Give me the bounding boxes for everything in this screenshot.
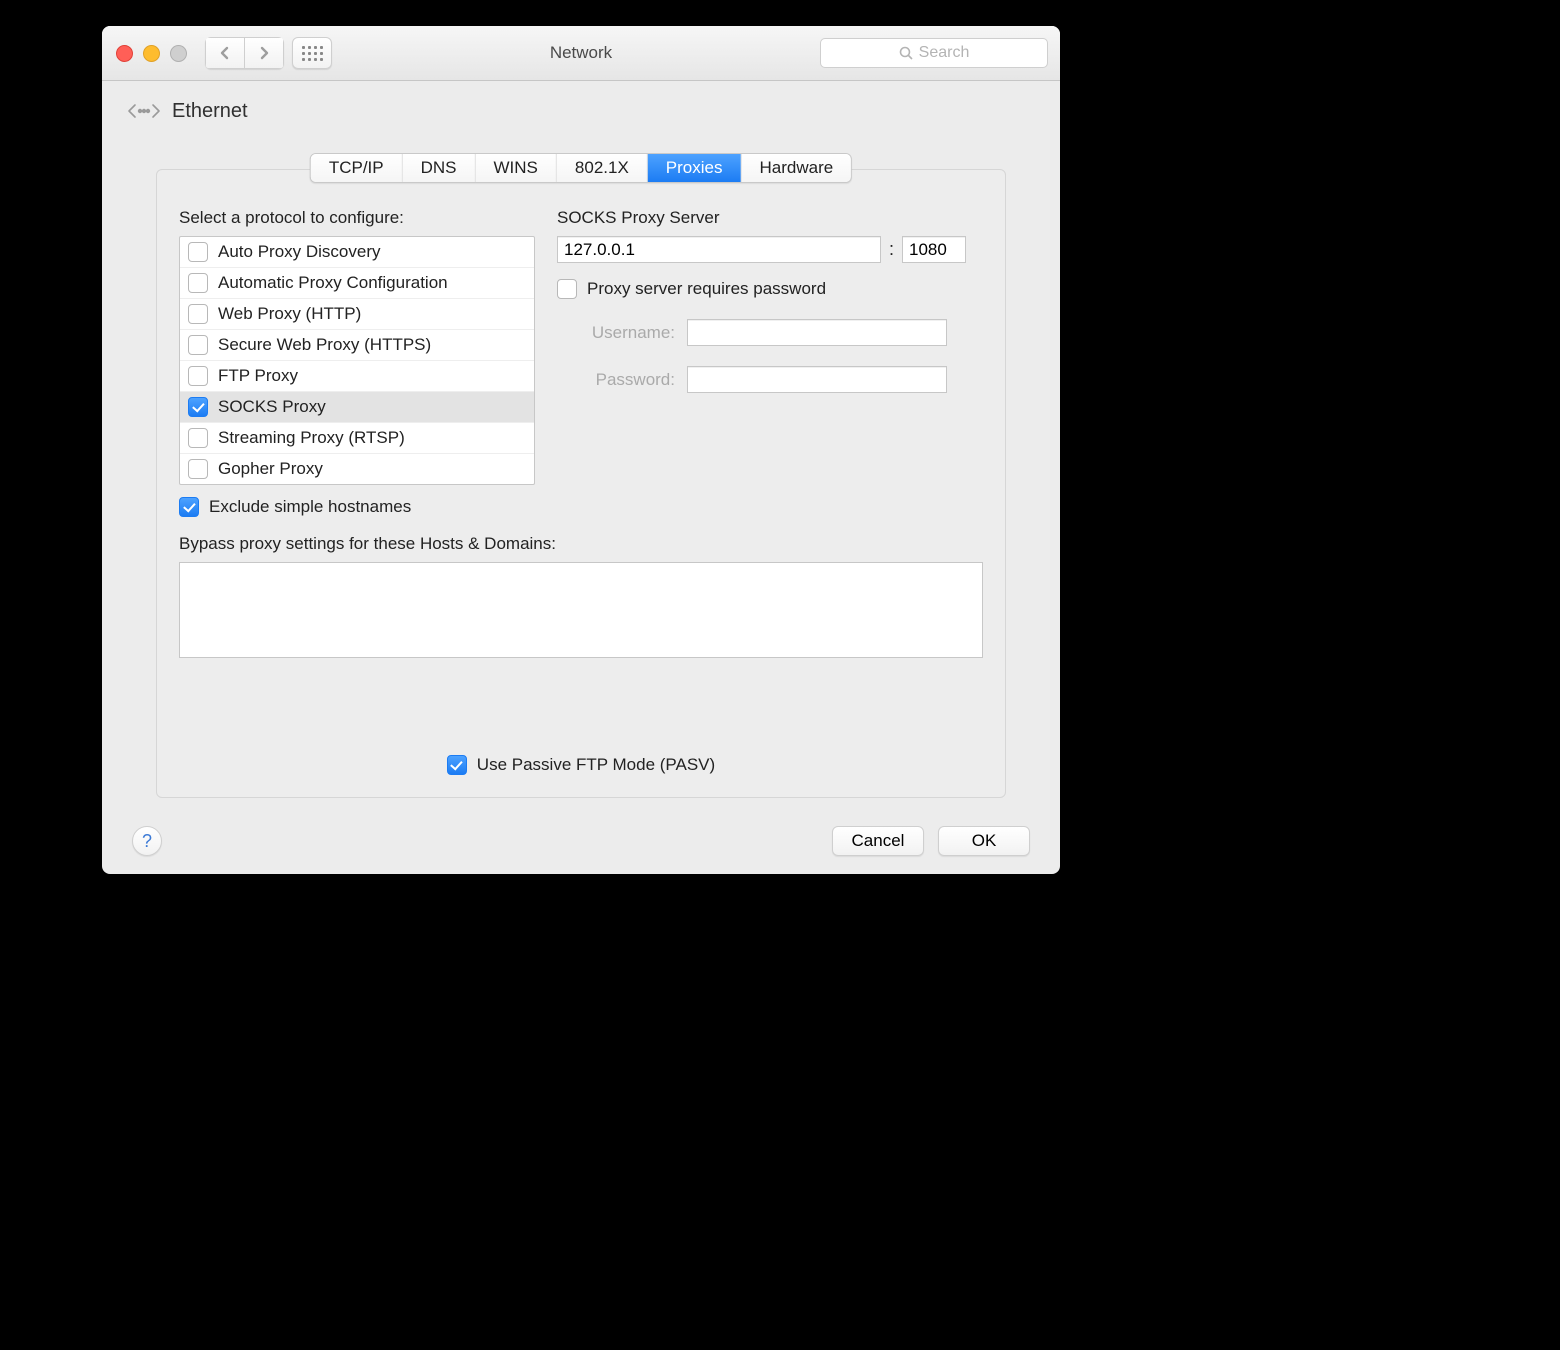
bypass-section: Bypass proxy settings for these Hosts & … xyxy=(179,534,983,664)
settings-panel: TCP/IP DNS WINS 802.1X Proxies Hardware … xyxy=(156,169,1006,798)
grid-icon xyxy=(302,46,323,61)
protocol-label: FTP Proxy xyxy=(218,366,298,386)
checkbox[interactable] xyxy=(188,428,208,448)
tab-tcpip[interactable]: TCP/IP xyxy=(311,154,403,182)
checkbox[interactable] xyxy=(188,459,208,479)
exclude-simple-row[interactable]: Exclude simple hostnames xyxy=(179,497,535,517)
protocol-label: Gopher Proxy xyxy=(218,459,323,479)
server-row: : xyxy=(557,236,983,263)
server-port-input[interactable] xyxy=(902,236,966,263)
checkbox[interactable] xyxy=(188,366,208,386)
checkbox[interactable] xyxy=(188,242,208,262)
checkbox[interactable] xyxy=(188,397,208,417)
protocol-gopher[interactable]: Gopher Proxy xyxy=(180,454,534,484)
protocol-rtsp[interactable]: Streaming Proxy (RTSP) xyxy=(180,423,534,454)
nav-buttons-group xyxy=(205,37,284,69)
protocol-label: Auto Proxy Discovery xyxy=(218,242,381,262)
protocol-http[interactable]: Web Proxy (HTTP) xyxy=(180,299,534,330)
show-all-button[interactable] xyxy=(292,37,332,69)
traffic-lights xyxy=(116,45,187,62)
pasv-row[interactable]: Use Passive FTP Mode (PASV) xyxy=(157,755,1005,775)
password-label: Password: xyxy=(557,370,687,390)
host-port-separator: : xyxy=(889,239,894,260)
ethernet-icon xyxy=(126,97,162,125)
protocol-label: Web Proxy (HTTP) xyxy=(218,304,361,324)
pasv-checkbox[interactable] xyxy=(447,755,467,775)
protocol-label: Secure Web Proxy (HTTPS) xyxy=(218,335,431,355)
checkbox[interactable] xyxy=(188,304,208,324)
pasv-label: Use Passive FTP Mode (PASV) xyxy=(477,755,715,775)
server-column: SOCKS Proxy Server : Proxy server requir… xyxy=(557,208,983,393)
help-button[interactable]: ? xyxy=(132,826,162,856)
chevron-left-icon xyxy=(219,46,231,60)
protocol-https[interactable]: Secure Web Proxy (HTTPS) xyxy=(180,330,534,361)
requires-password-row[interactable]: Proxy server requires password xyxy=(557,279,983,299)
protocol-label: Automatic Proxy Configuration xyxy=(218,273,448,293)
protocol-auto-config[interactable]: Automatic Proxy Configuration xyxy=(180,268,534,299)
search-icon xyxy=(899,46,913,60)
protocol-select-label: Select a protocol to configure: xyxy=(179,208,535,228)
username-label: Username: xyxy=(557,323,687,343)
ok-button[interactable]: OK xyxy=(938,826,1030,856)
bypass-label: Bypass proxy settings for these Hosts & … xyxy=(179,534,983,554)
tab-wins[interactable]: WINS xyxy=(476,154,557,182)
checkbox[interactable] xyxy=(188,335,208,355)
cancel-button[interactable]: Cancel xyxy=(832,826,924,856)
tab-hardware[interactable]: Hardware xyxy=(741,154,851,182)
interface-name: Ethernet xyxy=(172,100,248,123)
protocol-socks[interactable]: SOCKS Proxy xyxy=(180,392,534,423)
tab-8021x[interactable]: 802.1X xyxy=(557,154,648,182)
requires-password-checkbox[interactable] xyxy=(557,279,577,299)
search-input[interactable]: Search xyxy=(820,38,1048,68)
bypass-textarea[interactable] xyxy=(179,562,983,658)
tab-dns[interactable]: DNS xyxy=(403,154,476,182)
tabs: TCP/IP DNS WINS 802.1X Proxies Hardware xyxy=(310,153,852,183)
preferences-window: Network Search Ethernet xyxy=(102,26,1060,874)
exclude-simple-checkbox[interactable] xyxy=(179,497,199,517)
window-minimize-button[interactable] xyxy=(143,45,160,62)
forward-button[interactable] xyxy=(245,37,284,69)
server-label: SOCKS Proxy Server xyxy=(557,208,983,228)
interface-header: Ethernet xyxy=(126,97,1060,125)
protocol-auto-discovery[interactable]: Auto Proxy Discovery xyxy=(180,237,534,268)
requires-password-label: Proxy server requires password xyxy=(587,279,826,299)
window-zoom-button[interactable] xyxy=(170,45,187,62)
server-host-input[interactable] xyxy=(557,236,881,263)
window-close-button[interactable] xyxy=(116,45,133,62)
tab-proxies[interactable]: Proxies xyxy=(648,154,742,182)
help-icon: ? xyxy=(142,831,152,852)
exclude-simple-label: Exclude simple hostnames xyxy=(209,497,411,517)
footer-buttons: Cancel OK xyxy=(832,826,1030,856)
protocol-label: SOCKS Proxy xyxy=(218,397,326,417)
username-input[interactable] xyxy=(687,319,947,346)
chevron-right-icon xyxy=(258,46,270,60)
protocol-list: Auto Proxy Discovery Automatic Proxy Con… xyxy=(179,236,535,485)
search-placeholder: Search xyxy=(919,44,970,62)
checkbox[interactable] xyxy=(188,273,208,293)
titlebar: Network Search xyxy=(102,26,1060,81)
credentials-grid: Username: Password: xyxy=(557,319,983,393)
protocol-column: Select a protocol to configure: Auto Pro… xyxy=(179,208,535,517)
protocol-ftp[interactable]: FTP Proxy xyxy=(180,361,534,392)
protocol-label: Streaming Proxy (RTSP) xyxy=(218,428,405,448)
back-button[interactable] xyxy=(205,37,245,69)
password-input[interactable] xyxy=(687,366,947,393)
